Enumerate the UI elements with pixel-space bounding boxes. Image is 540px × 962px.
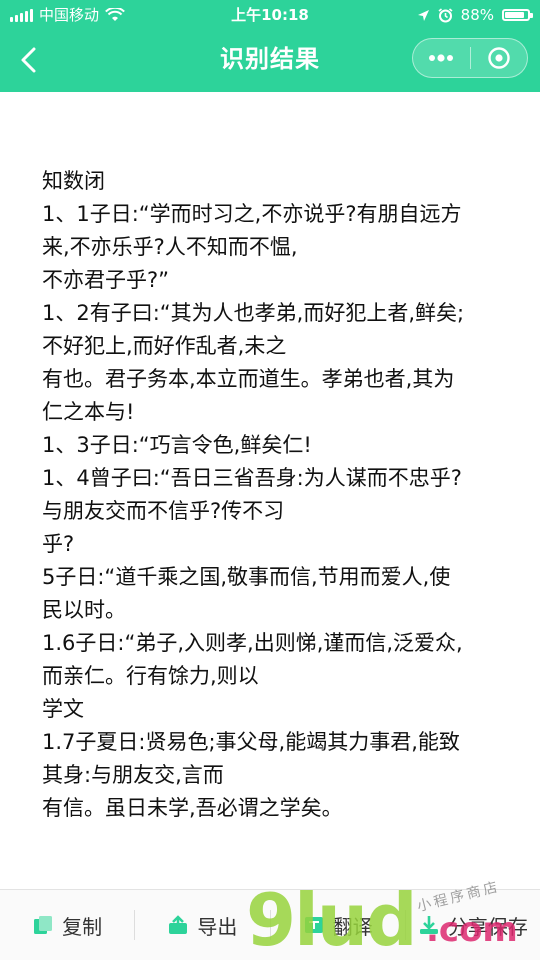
- text-line: 有信。虽日未学,吾必谓之学矣。: [42, 796, 343, 820]
- text-line: 不好犯上,而好作乱者,未之: [42, 334, 287, 358]
- export-icon: [169, 915, 188, 934]
- status-bar: 中国移动 上午10:18 88%: [0, 0, 540, 30]
- target-close-icon: [488, 47, 510, 69]
- text-line: 有也。君子务本,本立而道生。孝弟也者,其为: [42, 367, 455, 391]
- text-line: 1、3子日:“巧言令色,鲜矣仁!: [42, 433, 312, 457]
- translate-label: 翻译: [332, 914, 373, 939]
- alarm-icon: [438, 7, 453, 22]
- download-icon: [419, 916, 438, 934]
- miniapp-capsule: [412, 38, 528, 78]
- text-line: 来,不亦乐乎?人不知而不愠,: [42, 235, 298, 259]
- bottom-toolbar: 复制 导出 翻译 分享保存: [0, 889, 540, 960]
- close-miniapp-button[interactable]: [471, 39, 528, 77]
- text-line: 不亦君子乎?”: [42, 268, 170, 292]
- share-save-label: 分享保存: [447, 914, 528, 939]
- recognized-text: 知数闭 1、1子日:“学而时习之,不亦说乎?有朋自远方 来,不亦乐乎?人不知而不愠,…: [42, 165, 512, 825]
- status-right: 88%: [417, 0, 533, 30]
- text-line: 学文: [42, 697, 84, 721]
- text-line: 1、1子日:“学而时习之,不亦说乎?有朋自远方: [42, 202, 462, 226]
- export-label: 导出: [197, 914, 238, 939]
- text-line: 乎?: [42, 532, 75, 556]
- export-button[interactable]: 导出: [135, 890, 269, 960]
- battery-percent: 88%: [460, 6, 494, 24]
- text-line: 仁之本与!: [42, 400, 135, 424]
- translate-icon: [304, 917, 323, 933]
- text-line: 而亲仁。行有馀力,则以: [42, 664, 259, 688]
- more-dots-icon: [429, 54, 454, 62]
- copy-icon: [34, 916, 53, 934]
- battery-icon: [502, 9, 533, 21]
- more-button[interactable]: [413, 39, 470, 77]
- copy-label: 复制: [62, 914, 103, 939]
- text-line: 1.7子夏日:贤易色;事父母,能竭其力事君,能致: [42, 730, 460, 754]
- text-line: 1、2有子曰:“其为人也孝弟,而好犯上者,鲜矣;: [42, 301, 465, 325]
- share-save-button[interactable]: 分享保存: [406, 890, 540, 960]
- nav-bar: 识别结果: [0, 30, 540, 92]
- translate-button[interactable]: 翻译: [271, 890, 405, 960]
- app-header: 中国移动 上午10:18 88% 识别结果: [0, 0, 540, 92]
- text-line: 民以时。: [42, 598, 126, 622]
- text-line: 1.6子日:“弟子,入则孝,出则悌,谨而信,泛爱众,: [42, 631, 463, 655]
- text-line: 1、4曾子曰:“吾日三省吾身:为人谋而不忠乎?: [42, 466, 462, 490]
- text-line: 其身:与朋友交,言而: [42, 763, 224, 787]
- text-line: 与朋友交而不信乎?传不习: [42, 499, 285, 523]
- text-line: 5子日:“道千乘之国,敬事而信,节用而爱人,使: [42, 565, 451, 589]
- copy-button[interactable]: 复制: [0, 890, 134, 960]
- location-arrow-icon: [417, 9, 429, 21]
- text-line: 知数闭: [42, 169, 105, 193]
